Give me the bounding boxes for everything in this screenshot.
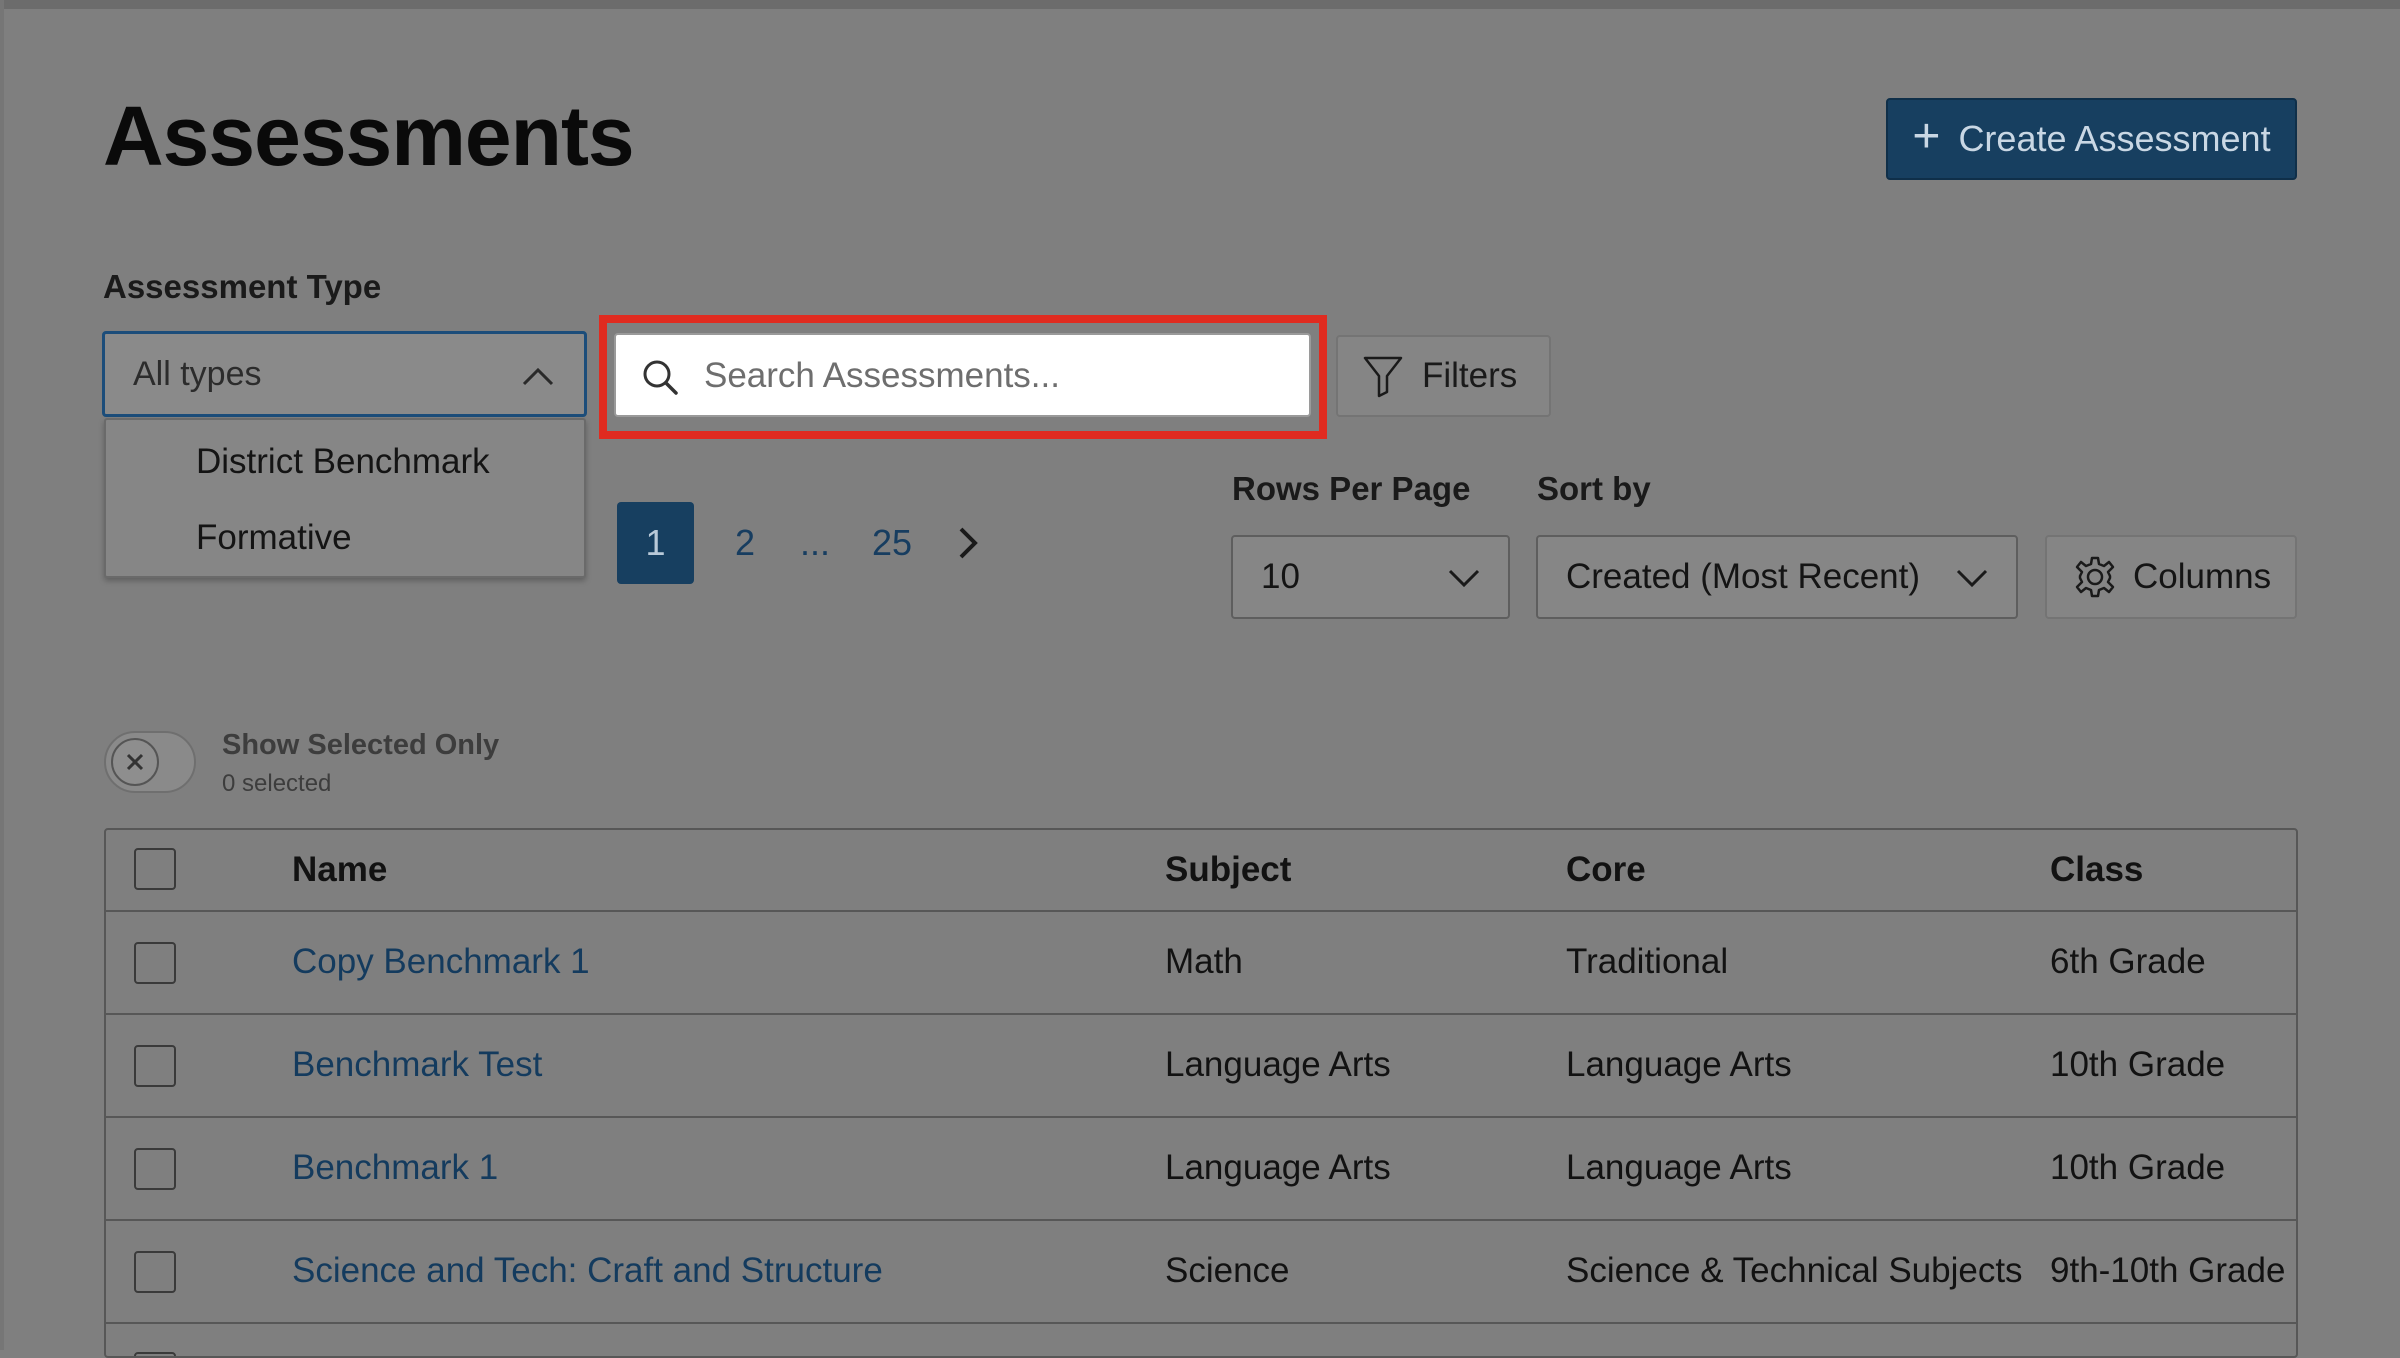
plus-icon: + (1912, 110, 1941, 163)
class-cell: 6th Grade (2050, 942, 2206, 981)
class-cell: 9th-10th Grade (2050, 1251, 2286, 1290)
top-border (0, 0, 2400, 9)
table-row-partial (106, 1324, 2296, 1356)
funnel-icon (1363, 356, 1403, 398)
column-header-name[interactable]: Name (292, 850, 387, 890)
sort-by-value: Created (Most Recent) (1566, 557, 1921, 596)
search-icon (643, 360, 678, 395)
assessment-name-link[interactable]: Copy Benchmark 1 (292, 942, 590, 982)
assessment-type-dropdown: District Benchmark Formative (104, 418, 586, 578)
gear-icon (2075, 556, 2115, 598)
page-title: Assessments (103, 89, 635, 183)
sort-by-select[interactable]: Created (Most Recent) (1536, 535, 2018, 619)
dropdown-option-formative[interactable]: Formative (196, 518, 352, 558)
dropdown-option-district-benchmark[interactable]: District Benchmark (196, 442, 490, 482)
column-header-class[interactable]: Class (2050, 850, 2143, 890)
column-header-subject[interactable]: Subject (1165, 850, 1291, 890)
assessment-name-link[interactable]: Benchmark 1 (292, 1148, 498, 1188)
selected-count: 0 selected (222, 770, 332, 797)
assessment-type-value: All types (133, 354, 262, 393)
row-checkbox[interactable] (134, 1045, 176, 1087)
subject-cell: Language Arts (1165, 1148, 1391, 1187)
left-edge (0, 0, 4, 1350)
row-checkbox[interactable] (134, 1148, 176, 1190)
row-checkbox[interactable] (134, 1352, 176, 1356)
rows-per-page-label: Rows Per Page (1232, 470, 1471, 507)
table-row: Science and Tech: Craft and Structure Sc… (106, 1221, 2296, 1324)
assessment-type-label: Assessment Type (103, 268, 382, 305)
assessments-table: Name Subject Core Class Copy Benchmark 1… (104, 828, 2298, 1358)
row-checkbox[interactable] (134, 942, 176, 984)
class-cell: 10th Grade (2050, 1045, 2226, 1084)
assessment-type-select[interactable]: All types (102, 331, 587, 417)
assessment-name-link[interactable]: Benchmark Test (292, 1045, 542, 1085)
next-page-button[interactable] (947, 502, 987, 584)
chevron-up-icon (522, 367, 554, 386)
sort-by-label: Sort by (1537, 470, 1651, 507)
subject-cell: Math (1165, 942, 1243, 981)
show-selected-label: Show Selected Only (222, 729, 500, 761)
filters-button[interactable]: Filters (1336, 335, 1551, 417)
row-checkbox[interactable] (134, 1251, 176, 1293)
core-cell: Language Arts (1566, 1045, 1792, 1084)
page-button-2[interactable]: 2 (725, 502, 765, 584)
page-button-1[interactable]: 1 (617, 502, 694, 584)
rows-per-page-value: 10 (1261, 557, 1300, 596)
create-assessment-button[interactable]: + Create Assessment (1886, 98, 2297, 180)
core-cell: Science & Technical Subjects (1566, 1251, 2023, 1290)
column-header-core[interactable]: Core (1566, 850, 1646, 890)
search-box[interactable] (614, 333, 1311, 417)
select-all-checkbox[interactable] (134, 848, 176, 890)
chevron-down-icon (1448, 569, 1480, 588)
core-cell: Traditional (1566, 942, 1729, 981)
subject-cell: Language Arts (1165, 1045, 1391, 1084)
core-cell: Language Arts (1566, 1148, 1792, 1187)
columns-button[interactable]: Columns (2045, 535, 2297, 619)
table-header-row: Name Subject Core Class (106, 830, 2296, 912)
assessment-name-link[interactable]: Science and Tech: Craft and Structure (292, 1251, 883, 1291)
create-assessment-label: Create Assessment (1958, 118, 2271, 159)
show-selected-toggle[interactable] (104, 731, 196, 793)
columns-label: Columns (2133, 557, 2272, 596)
page-button-25[interactable]: 25 (867, 502, 917, 584)
close-icon (126, 753, 144, 771)
table-row: Benchmark 1 Language Arts Language Arts … (106, 1118, 2296, 1221)
toggle-knob (111, 738, 159, 786)
subject-cell: Science (1165, 1251, 1290, 1290)
rows-per-page-select[interactable]: 10 (1231, 535, 1510, 619)
table-row: Benchmark Test Language Arts Language Ar… (106, 1015, 2296, 1118)
search-input[interactable] (702, 347, 1296, 405)
chevron-down-icon (1956, 569, 1988, 588)
table-row: Copy Benchmark 1 Math Traditional 6th Gr… (106, 912, 2296, 1015)
pagination-ellipsis: ... (799, 522, 830, 563)
class-cell: 10th Grade (2050, 1148, 2226, 1187)
filters-label: Filters (1422, 356, 1518, 395)
chevron-right-icon (959, 527, 978, 559)
